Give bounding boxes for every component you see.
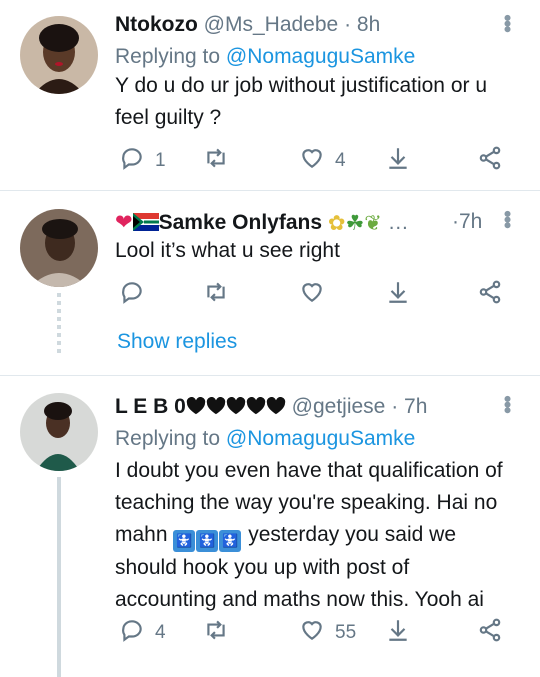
heart-icon [299, 145, 325, 177]
red-heart-emoji: ❤ [115, 211, 133, 234]
like-button[interactable] [299, 279, 325, 311]
retweet-button[interactable] [203, 279, 229, 311]
display-name[interactable]: Samke Onlyfans [159, 211, 322, 234]
black-heart-emoji [226, 397, 246, 415]
more-vertical-icon[interactable]: ••• [495, 210, 520, 227]
avatar[interactable] [20, 16, 98, 94]
reply-count: 4 [155, 622, 166, 643]
tweet-text-line: accounting and maths now this. Yooh ai [115, 588, 484, 611]
thread-line [57, 293, 61, 353]
heart-icon [299, 279, 325, 311]
replying-prefix: Replying to [115, 45, 221, 68]
display-name[interactable]: Ntokozo [115, 13, 198, 36]
timestamp[interactable]: 7h [459, 210, 482, 233]
retweet-button[interactable] [203, 617, 229, 649]
download-icon [385, 279, 411, 311]
south-africa-flag-emoji [132, 213, 159, 231]
share-button[interactable] [477, 617, 503, 649]
reply-button[interactable] [119, 279, 145, 311]
reply-icon [119, 279, 145, 311]
thread-line [57, 477, 61, 677]
bamboo-emoji: ❦ [364, 211, 382, 235]
avatar[interactable] [20, 209, 98, 287]
mention-link[interactable]: @NomaguguSamke [226, 45, 415, 68]
tweet-text-line-with-emoji: mahn 🚼 🚼 🚼 yesterday you said we [115, 519, 515, 552]
tweet-text-line: Y do u do ur job without justification o… [115, 74, 488, 97]
timestamp[interactable]: 8h [357, 13, 380, 36]
tweet-text-line: teaching the way you're speaking. Hai no [115, 491, 498, 514]
truncation-ellipsis: … [387, 211, 409, 234]
tweet-text-segment: mahn [115, 523, 168, 546]
baby-symbol-emoji: 🚼 [173, 530, 196, 552]
black-heart-emoji [206, 397, 226, 415]
tweet-text-segment: yesterday you said we [248, 523, 456, 546]
download-icon [385, 617, 411, 649]
tweet-text-line: Lool it’s what u see right [115, 239, 340, 262]
retweet-icon [203, 145, 229, 177]
like-button[interactable]: 4 [299, 145, 346, 177]
reply-button[interactable]: 4 [119, 617, 166, 649]
tweet-header: L E B 0 @getjiese · 7h [115, 395, 500, 419]
separator-dot: · [391, 395, 399, 418]
heart-icon [299, 617, 325, 649]
share-icon [477, 279, 503, 311]
reply-count: 1 [155, 150, 166, 171]
flower-emoji: ✿ [327, 211, 346, 235]
like-count: 4 [335, 150, 346, 171]
reply-button[interactable]: 1 [119, 145, 166, 177]
retweet-icon [203, 617, 229, 649]
more-vertical-icon[interactable]: ••• [495, 14, 520, 31]
download-button[interactable] [385, 145, 411, 177]
like-count: 55 [335, 622, 357, 643]
tweet-2[interactable]: ❤ Samke Onlyfans ✿☘❦ … ·7h ••• Lool it’s … [0, 190, 540, 375]
mention-link[interactable]: @NomaguguSamke [226, 427, 415, 450]
download-button[interactable] [385, 279, 411, 311]
tweet-time: ·7h [452, 210, 500, 234]
timestamp[interactable]: 7h [404, 395, 427, 418]
black-heart-emoji [246, 397, 266, 415]
handle[interactable]: @Ms_Hadebe [204, 13, 339, 36]
baby-symbol-emoji: 🚼 [219, 530, 242, 552]
like-button[interactable]: 55 [299, 617, 356, 649]
tweet-3[interactable]: L E B 0 @getjiese · 7h ••• Replying to @… [0, 375, 540, 677]
tweet-text-line: should hook you up with post of [115, 556, 410, 579]
share-icon [477, 617, 503, 649]
tweet-text: Lool it’s what u see right [115, 235, 515, 267]
black-heart-emoji [186, 397, 206, 415]
tweet-text: I doubt you even have that qualification… [115, 455, 515, 616]
replying-to: Replying to @NomaguguSamke [115, 45, 415, 69]
replying-to: Replying to @NomaguguSamke [115, 427, 415, 451]
action-bar: 4 55 [115, 617, 520, 647]
show-replies-link[interactable]: Show replies [117, 330, 237, 354]
separator-dot: · [344, 13, 352, 36]
reply-icon [119, 617, 145, 649]
share-icon [477, 145, 503, 177]
tweet-text-line: feel guilty ? [115, 106, 222, 129]
replying-prefix: Replying to [115, 427, 221, 450]
tweet-header: Ntokozo @Ms_Hadebe · 8h [115, 13, 500, 37]
baby-symbol-emoji: 🚼 [196, 530, 219, 552]
reply-icon [119, 145, 145, 177]
share-button[interactable] [477, 279, 503, 311]
tweet-1[interactable]: Ntokozo @Ms_Hadebe · 8h ••• Replying to … [0, 0, 540, 190]
retweet-icon [203, 279, 229, 311]
display-name[interactable]: L E B 0 [115, 395, 186, 418]
share-button[interactable] [477, 145, 503, 177]
black-heart-emoji [266, 397, 286, 415]
tweet-header: ❤ Samke Onlyfans ✿☘❦ … [115, 210, 480, 236]
more-vertical-icon[interactable]: ••• [495, 395, 520, 412]
tweet-text: Y do u do ur job without justification o… [115, 70, 515, 134]
action-bar [115, 279, 520, 309]
retweet-button[interactable] [203, 145, 229, 177]
download-icon [385, 145, 411, 177]
tweet-text-line: I doubt you even have that qualification… [115, 459, 503, 482]
avatar[interactable] [20, 393, 98, 471]
action-bar: 1 4 [115, 145, 520, 175]
handle[interactable]: @getjiese [292, 395, 386, 418]
separator-dot: · [452, 210, 459, 233]
download-button[interactable] [385, 617, 411, 649]
shamrock-emoji: ☘ [345, 211, 365, 235]
